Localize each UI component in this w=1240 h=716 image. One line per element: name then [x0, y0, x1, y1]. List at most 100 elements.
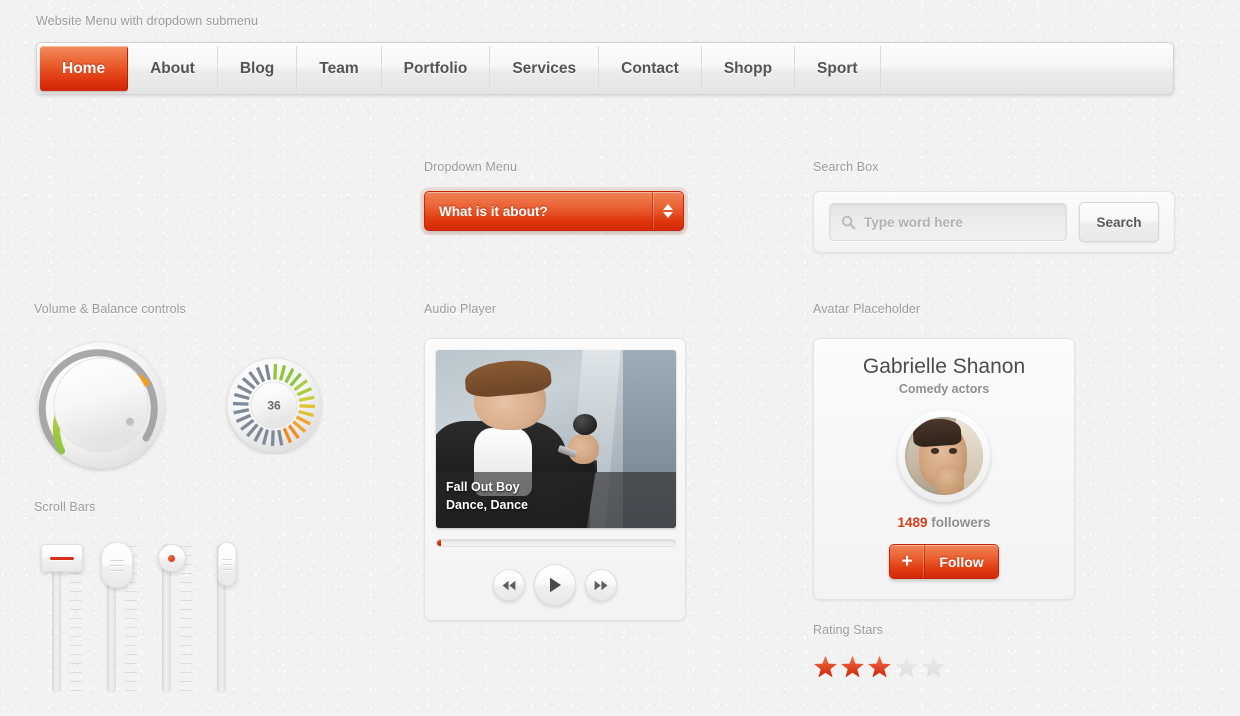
avatar — [905, 417, 983, 495]
avatar-name: Gabrielle Shanon — [862, 355, 1026, 378]
search-section-label: Search Box — [813, 160, 879, 174]
handle-red-line-icon — [49, 556, 74, 560]
balance-tick — [273, 363, 278, 380]
follow-button[interactable]: + Follow — [889, 544, 999, 579]
follower-count: 1489 followers — [897, 515, 990, 530]
balance-knob[interactable]: 36 — [224, 355, 324, 455]
grip-line-icon — [222, 563, 231, 565]
plus-icon: + — [890, 545, 925, 578]
nav-item-about[interactable]: About — [128, 46, 218, 91]
handle-red-dot-icon — [168, 554, 175, 562]
fast-forward-icon — [594, 580, 608, 590]
volume-knob[interactable] — [34, 338, 168, 472]
knobs-row: 36 — [34, 338, 324, 472]
star-icon-filled[interactable] — [867, 655, 892, 680]
avatar-eye — [948, 448, 958, 454]
rewind-icon — [502, 580, 516, 590]
grip-line-icon — [109, 559, 124, 561]
nav-empty-space — [880, 46, 1170, 91]
grip-line-icon — [109, 569, 124, 571]
search-button[interactable]: Search — [1079, 202, 1159, 242]
star-icon-filled[interactable] — [813, 655, 838, 680]
avatar-section: Avatar Placeholder Gabrielle Shanon Come… — [813, 302, 1075, 600]
album-artwork: Fall Out Boy Dance, Dance — [436, 350, 676, 528]
avatar-hand — [934, 465, 965, 495]
sliders-section: Scroll Bars — [34, 500, 254, 698]
nav-item-services[interactable]: Services — [490, 46, 600, 91]
star-icon-filled[interactable] — [840, 655, 865, 680]
search-placeholder-text: Type word here — [864, 214, 963, 230]
follow-button-label: Follow — [939, 553, 984, 570]
nav-item-contact[interactable]: Contact — [599, 46, 702, 91]
star-icon-empty[interactable] — [921, 655, 946, 680]
balance-value: 36 — [267, 399, 281, 413]
star-shape — [895, 655, 918, 678]
rating-section: Rating Stars — [813, 623, 948, 680]
sliders-row — [34, 538, 254, 698]
slider-4[interactable] — [199, 538, 254, 698]
slider-1[interactable] — [34, 538, 89, 698]
slider-tick-marks — [180, 546, 192, 692]
chevron-updown-icon[interactable] — [652, 192, 683, 230]
knobs-section-label: Volume & Balance controls — [34, 302, 186, 316]
follower-count-label: followers — [927, 515, 991, 530]
star-shape — [814, 655, 837, 678]
avatar-card: Gabrielle Shanon Comedy actors 1489 foll… — [813, 338, 1075, 600]
avatar-hair — [911, 417, 963, 447]
avatar-photo-ring — [898, 410, 990, 502]
dropdown-section-label: Dropdown Menu — [424, 160, 518, 174]
slider-handle-oval[interactable] — [100, 542, 133, 588]
nav-item-sport[interactable]: Sport — [795, 46, 881, 91]
chevron-up-icon — [663, 204, 673, 210]
audio-player-section-label: Audio Player — [424, 302, 497, 316]
play-button[interactable] — [534, 564, 576, 606]
star-shape — [868, 655, 891, 678]
slider-handle-rect[interactable] — [40, 544, 83, 572]
nav-item-portfolio[interactable]: Portfolio — [381, 46, 491, 91]
grip-line-icon — [222, 558, 231, 560]
slider-handle-circle[interactable] — [157, 544, 186, 572]
dropdown-select[interactable]: What is it about? — [424, 191, 684, 231]
search-panel: Type word here Search — [813, 191, 1175, 253]
sliders-section-label: Scroll Bars — [34, 500, 96, 514]
slider-handle-capsule[interactable] — [217, 542, 236, 586]
search-icon — [841, 215, 856, 229]
star-icon-empty[interactable] — [894, 655, 919, 680]
slider-2[interactable] — [89, 538, 144, 698]
rewind-button[interactable] — [493, 569, 525, 601]
balance-tick — [299, 404, 316, 409]
nav-item-team[interactable]: Team — [297, 46, 382, 91]
main-navigation: Home About Blog Team Portfolio Services … — [36, 42, 1174, 95]
player-controls — [436, 564, 674, 606]
nav-item-shopp[interactable]: Shopp — [701, 46, 796, 91]
star-shape — [841, 655, 864, 678]
playback-progress-bar[interactable] — [436, 539, 676, 547]
avatar-role: Comedy actors — [898, 382, 990, 396]
dropdown-section: Dropdown Menu What is it about? — [424, 160, 684, 231]
nav-item-home[interactable]: Home — [40, 46, 129, 91]
rating-stars — [813, 655, 948, 680]
nav-item-blog[interactable]: Blog — [217, 46, 298, 91]
avatar-section-label: Avatar Placeholder — [813, 302, 921, 316]
fast-forward-button[interactable] — [585, 569, 617, 601]
track-artist: Fall Out Boy — [446, 480, 520, 494]
play-icon — [550, 577, 561, 593]
audio-player-panel: Fall Out Boy Dance, Dance — [424, 338, 686, 621]
rating-section-label: Rating Stars — [813, 623, 883, 637]
track-title: Dance, Dance — [446, 498, 528, 512]
star-shape — [922, 655, 945, 678]
balance-tick — [270, 430, 275, 447]
grip-line-icon — [109, 564, 124, 566]
progress-fill — [437, 540, 441, 546]
nav-section-label: Website Menu with dropdown submenu — [36, 14, 259, 28]
grip-line-icon — [222, 568, 231, 570]
search-input[interactable]: Type word here — [829, 203, 1067, 241]
avatar-eye — [930, 448, 940, 454]
search-section: Search Box Type word here Search — [813, 160, 1175, 253]
audio-player-section: Audio Player Fall Out Boy Dance, Dance — [424, 302, 686, 621]
nav-section: Website Menu with dropdown submenu Home … — [36, 14, 1174, 95]
balance-tick — [232, 401, 249, 406]
artwork-microphone — [572, 414, 597, 436]
follower-count-number: 1489 — [897, 515, 928, 530]
slider-3[interactable] — [144, 538, 199, 698]
